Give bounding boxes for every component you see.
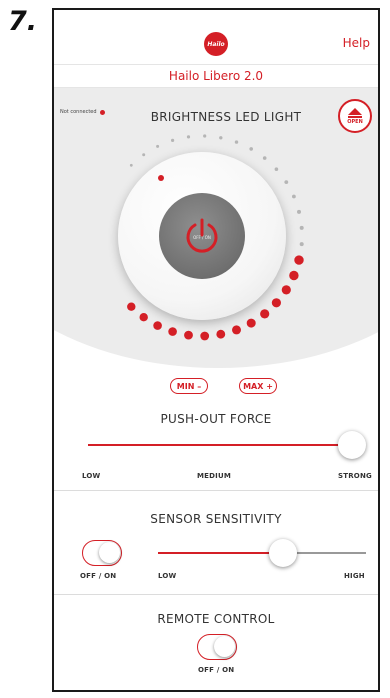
dial-indicator-dot: [158, 175, 164, 181]
phone-screen: Hailo Help Hailo Libero 2.0 Not connecte…: [52, 8, 380, 692]
pushout-title: PUSH-OUT FORCE: [160, 412, 272, 426]
power-button-label: OFF / ON: [193, 235, 211, 240]
pushout-section: PUSH-OUT FORCE LOW MEDIUM STRONG: [54, 400, 378, 490]
remote-section: REMOTE CONTROL OFF / ON: [54, 594, 378, 690]
pushout-low-label: LOW: [82, 472, 101, 480]
app-header: Hailo Help: [54, 10, 378, 64]
sensor-section: SENSOR SENSITIVITY OFF / ON LOW HIGH: [54, 490, 378, 594]
sensor-toggle[interactable]: [82, 540, 122, 566]
pushout-medium-label: MEDIUM: [197, 472, 232, 480]
power-button[interactable]: OFF / ON: [159, 193, 245, 279]
sensor-toggle-label: OFF / ON: [80, 572, 117, 580]
max-button[interactable]: MAX +: [239, 378, 277, 394]
sensor-high-label: HIGH: [344, 572, 365, 580]
remote-title: REMOTE CONTROL: [157, 612, 275, 626]
min-button[interactable]: MIN –: [170, 378, 208, 394]
sensor-title: SENSOR SENSITIVITY: [150, 512, 282, 526]
pushout-slider-thumb[interactable]: [338, 431, 366, 459]
remote-toggle-label: OFF / ON: [198, 666, 235, 674]
pushout-slider-fill: [88, 444, 352, 446]
device-name-bar: Hailo Libero 2.0: [54, 64, 378, 88]
step-number: 7.: [8, 6, 38, 37]
hailo-logo: Hailo: [204, 32, 228, 56]
remote-toggle[interactable]: [197, 634, 237, 660]
brightness-section: Not connected BRIGHTNESS LED LIGHT OPEN …: [54, 88, 378, 400]
sensor-slider-fill: [158, 552, 283, 554]
pushout-strong-label: STRONG: [338, 472, 372, 480]
sensor-slider-thumb[interactable]: [268, 539, 297, 567]
help-link[interactable]: Help: [343, 36, 370, 50]
sensor-low-label: LOW: [158, 572, 177, 580]
device-name: Hailo Libero 2.0: [168, 69, 264, 83]
